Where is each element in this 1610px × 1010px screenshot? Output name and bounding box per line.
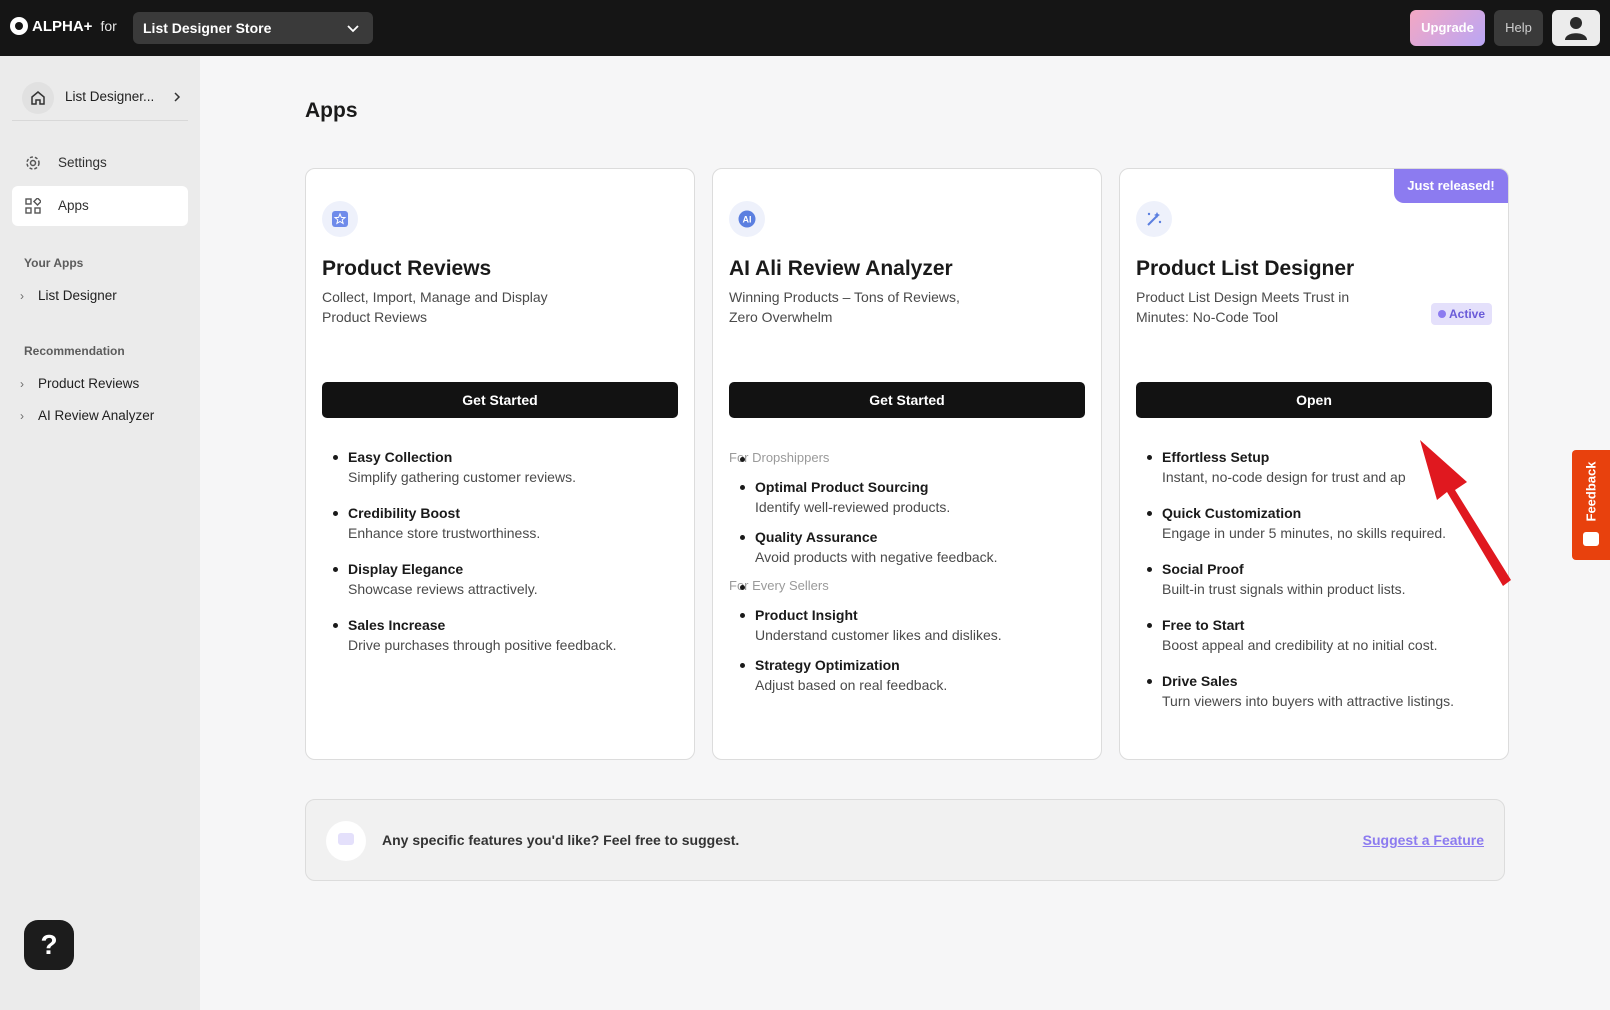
red-arrow-annotation [1420, 440, 1511, 586]
app-description: Winning Products – Tons of Reviews, Zero… [729, 289, 960, 325]
sidebar-rec-product-reviews[interactable]: › Product Reviews [20, 376, 139, 391]
get-started-button[interactable]: Get Started [322, 382, 678, 418]
feature-desc: Identify well-reviewed products. [755, 499, 951, 515]
feature-desc: Understand customer likes and dislikes. [755, 627, 1002, 643]
alpha-logo-icon [10, 17, 28, 35]
sidebar-item-apps[interactable]: Apps [12, 186, 188, 226]
ai-badge-icon: AI [729, 201, 765, 237]
app-description: Collect, Import, Manage and Display Prod… [322, 289, 548, 325]
sidebar-app-list-designer[interactable]: › List Designer [20, 288, 117, 303]
sidebar: List Designer... Settings Apps Your Apps… [0, 56, 200, 1010]
top-bar: ALPHA+ for List Designer Store Upgrade H… [0, 0, 1610, 56]
active-status-badge: Active [1431, 303, 1492, 325]
sidebar-rec-label: Product Reviews [38, 376, 140, 391]
feature-item: Quality Assurance Avoid products with neg… [729, 527, 1089, 567]
brand[interactable]: ALPHA+ for [10, 17, 117, 35]
brand-for-label: for [100, 18, 117, 34]
app-name: AI Ali Review Analyzer [729, 257, 953, 280]
feature-desc: Simplify gathering customer reviews. [348, 469, 576, 485]
store-name: List Designer Store [143, 20, 272, 36]
sidebar-store-label: List Designer... [65, 89, 155, 104]
feature-desc: Adjust based on real feedback. [755, 677, 948, 693]
sidebar-rec-label: AI Review Analyzer [38, 408, 155, 423]
feature-desc: Enhance store trustworthiness. [348, 525, 541, 541]
app-card-product-reviews: Product Reviews Collect, Import, Manage … [305, 168, 695, 760]
feature-title: Drive Sales [1162, 673, 1238, 689]
sidebar-rec-ai-review-analyzer[interactable]: › AI Review Analyzer [20, 408, 154, 423]
feature-item: Drive Sales Turn viewers into buyers with… [1136, 671, 1496, 711]
feature-title: Sales Increase [348, 617, 446, 633]
feature-desc: Boost appeal and credibility at no initi… [1162, 637, 1438, 653]
help-fab-button[interactable]: ? [24, 920, 74, 970]
feedback-label: Feedback [1583, 461, 1599, 522]
feature-desc: Showcase reviews attractively. [348, 581, 538, 597]
feature-item: Easy Collection Simplify gathering custom… [322, 447, 682, 487]
help-button[interactable]: Help [1494, 10, 1543, 46]
feature-desc: Drive purchases through positive feedbac… [348, 637, 617, 653]
feature-item: Strategy Optimization Adjust based on rea… [729, 655, 1089, 695]
feature-title: Credibility Boost [348, 505, 461, 521]
app-name: Product List Designer [1136, 257, 1355, 280]
feature-title: Free to Start [1162, 617, 1245, 633]
chevron-right-icon: › [20, 289, 24, 303]
magic-wand-icon [1136, 201, 1172, 237]
just-released-badge: Just released! [1394, 169, 1508, 203]
feature-title: Easy Collection [348, 449, 453, 465]
feature-title: Quality Assurance [755, 529, 878, 545]
recommendation-heading: Recommendation [24, 344, 125, 358]
user-icon [1565, 17, 1587, 40]
sidebar-item-label: Settings [58, 155, 107, 170]
your-apps-heading: Your Apps [24, 256, 84, 270]
chevron-right-icon [174, 92, 181, 102]
feature-list: For Dropshippers Optimal Product Sourcin… [729, 449, 1089, 705]
gear-icon [26, 156, 40, 170]
feature-item: Product Insight Understand customer likes… [729, 605, 1089, 645]
chevron-right-icon: › [20, 409, 24, 423]
sidebar-store-home[interactable]: List Designer... [12, 78, 188, 118]
get-started-button[interactable]: Get Started [729, 382, 1085, 418]
sidebar-divider [12, 120, 188, 121]
smile-icon [1583, 532, 1599, 546]
open-button[interactable]: Open [1136, 382, 1492, 418]
sidebar-item-settings[interactable]: Settings [12, 143, 188, 183]
feature-group-label: For Dropshippers [729, 449, 1089, 467]
feature-title: Strategy Optimization [755, 657, 900, 673]
feedback-tab[interactable]: Feedback [1572, 450, 1610, 560]
feature-item: Optimal Product Sourcing Identify well-re… [729, 477, 1089, 517]
app-description: Product List Design Meets Trust in Minut… [1136, 289, 1350, 325]
feature-desc: Turn viewers into buyers with attractive… [1162, 693, 1455, 709]
home-icon [22, 82, 54, 114]
feature-item: Free to Start Boost appeal and credibilit… [1136, 615, 1496, 655]
page-title: Apps [305, 99, 358, 122]
feature-title: Product Insight [755, 607, 858, 623]
feature-list: Easy Collection Simplify gathering custom… [322, 447, 682, 671]
sidebar-app-label: List Designer [38, 288, 117, 303]
suggest-text: Any specific features you'd like? Feel f… [382, 832, 740, 848]
star-badge-icon [322, 201, 358, 237]
sidebar-item-label: Apps [58, 198, 89, 213]
ai-icon-text: AI [743, 215, 752, 225]
apps-grid-icon [25, 198, 41, 214]
feature-group-label: For Every Sellers [729, 577, 1089, 595]
feature-item: Sales Increase Drive purchases through po… [322, 615, 682, 655]
store-selector[interactable]: List Designer Store [133, 12, 373, 44]
chevron-right-icon: › [20, 377, 24, 391]
brand-name: ALPHA+ [32, 17, 93, 35]
upgrade-button[interactable]: Upgrade [1410, 10, 1485, 46]
user-avatar-button[interactable] [1552, 10, 1600, 46]
app-card-ai-review-analyzer: AI AI Ali Review Analyzer Winning Produc… [712, 168, 1102, 760]
chevron-down-icon [347, 25, 359, 33]
suggest-feature-banner: Any specific features you'd like? Feel f… [305, 799, 1505, 881]
suggest-feature-link[interactable]: Suggest a Feature [1363, 832, 1484, 848]
feature-item: Display Elegance Showcase reviews attract… [322, 559, 682, 599]
feature-title: Display Elegance [348, 561, 464, 577]
feature-item: Credibility Boost Enhance store trustwort… [322, 503, 682, 543]
feature-title: Optimal Product Sourcing [755, 479, 929, 495]
app-name: Product Reviews [322, 257, 492, 280]
chat-bubble-icon [326, 821, 366, 861]
feature-desc: Avoid products with negative feedback. [755, 549, 998, 565]
